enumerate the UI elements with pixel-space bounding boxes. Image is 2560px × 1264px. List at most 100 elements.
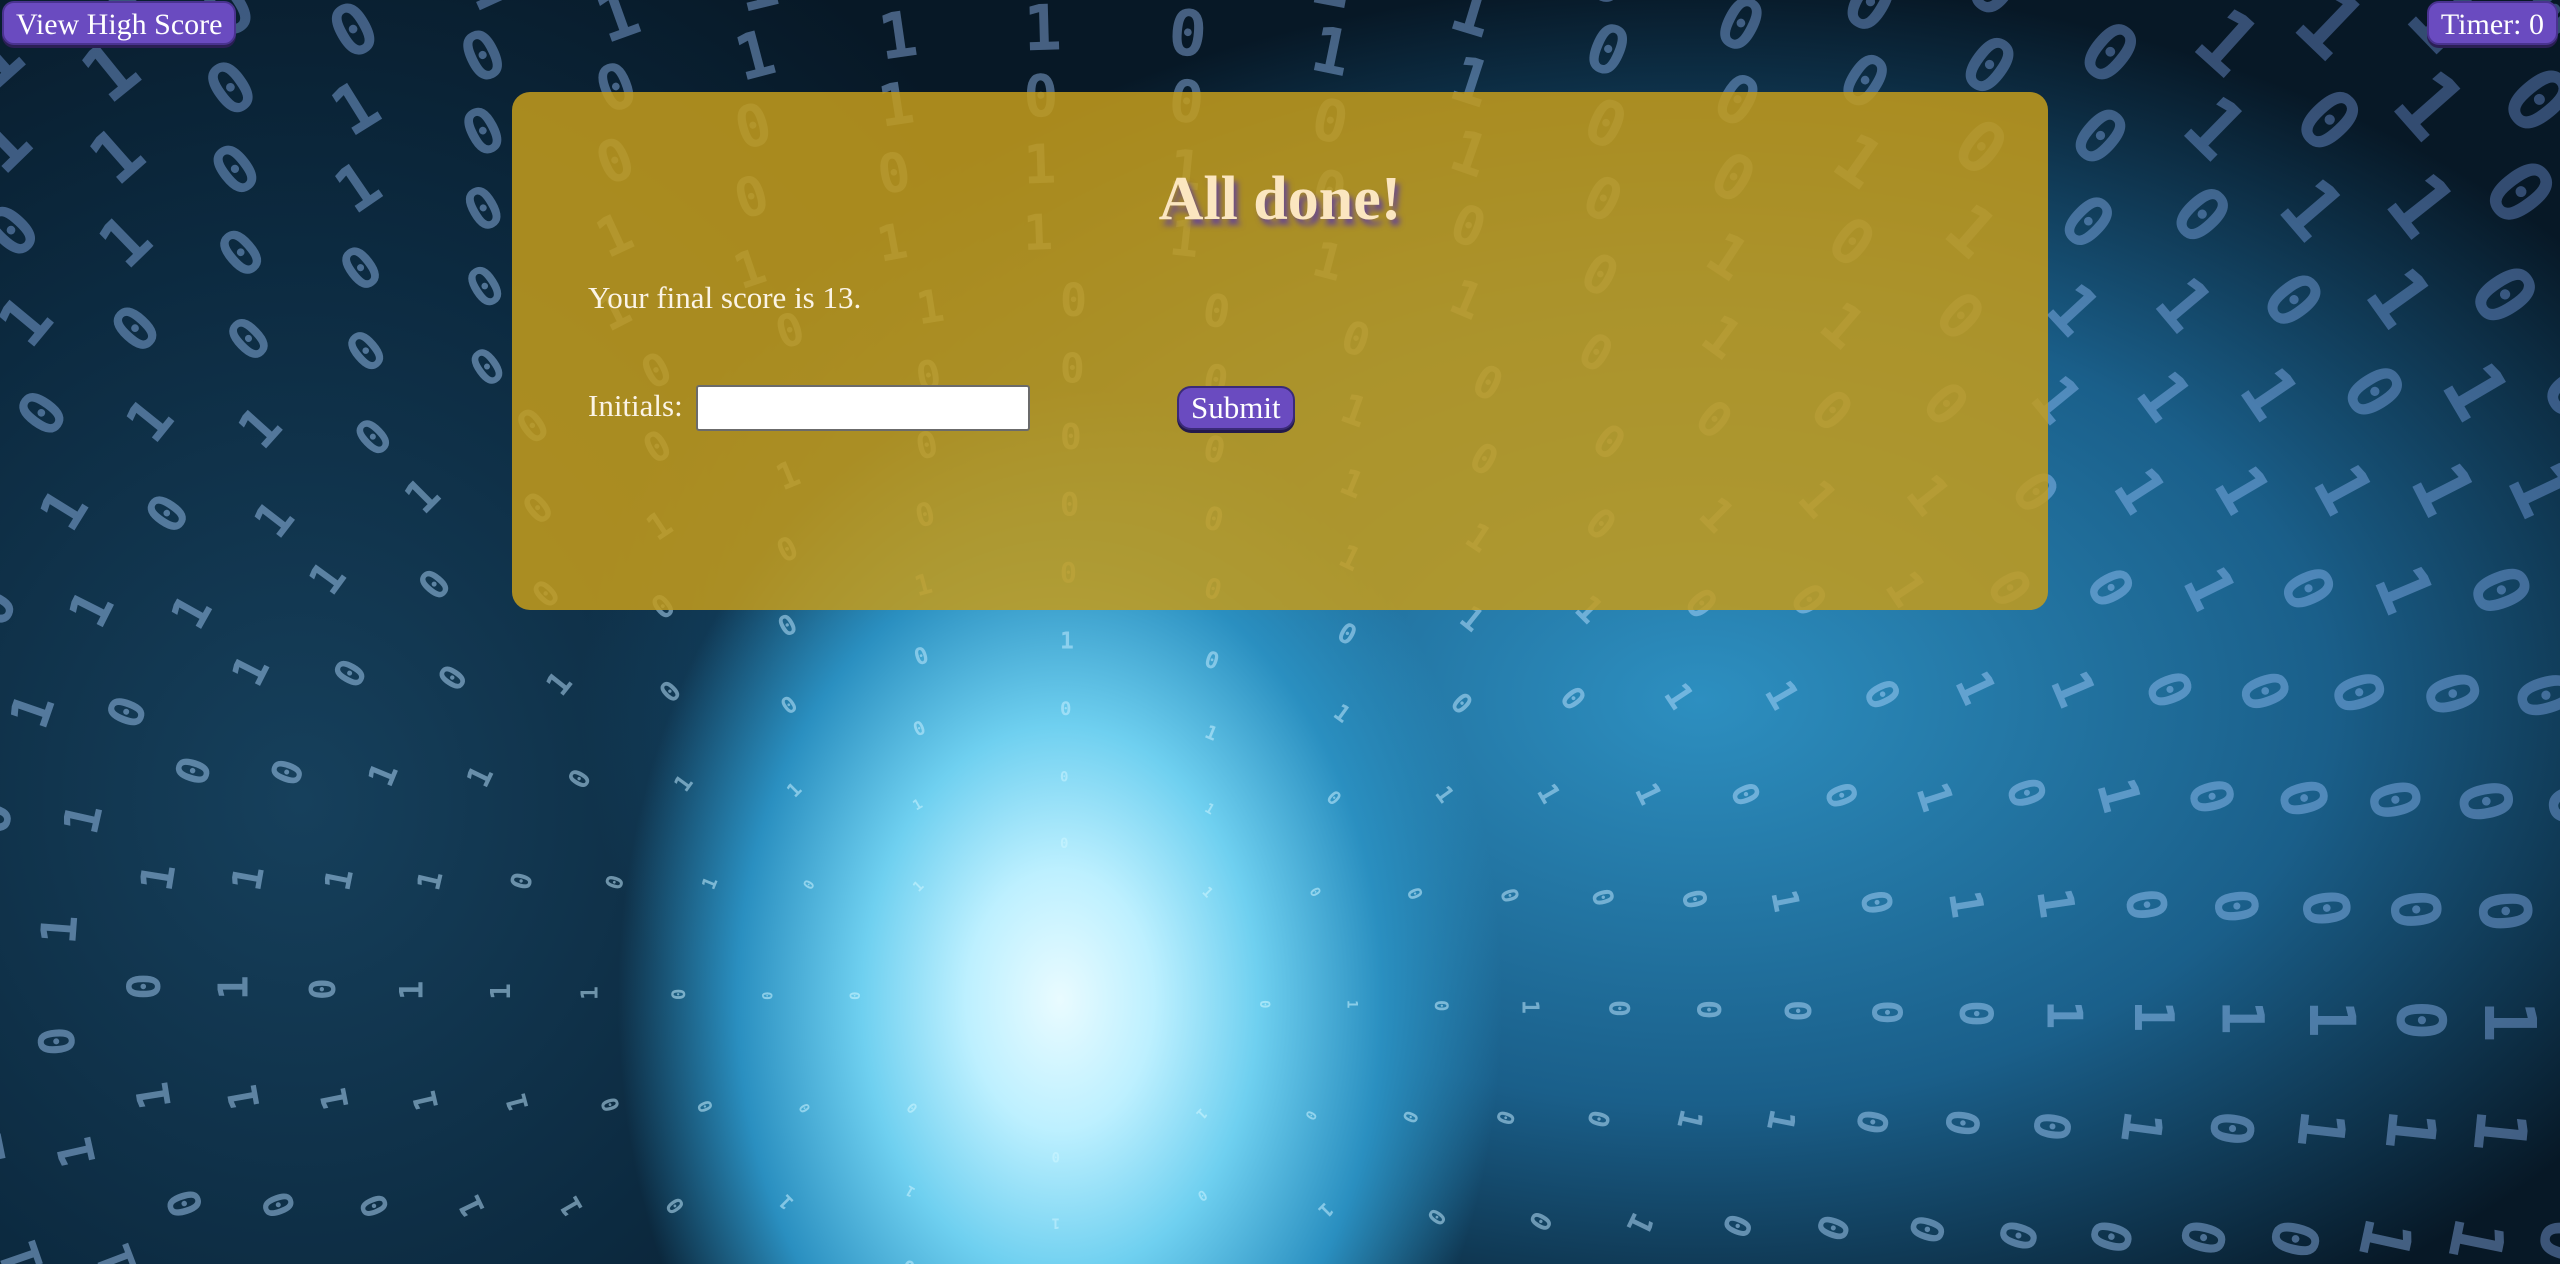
svg-text:1: 1 [1052,1215,1060,1231]
svg-text:0: 0 [801,877,819,892]
svg-text:1: 1 [2297,451,2390,528]
svg-text:0: 0 [2113,884,2180,925]
svg-text:0: 0 [450,91,518,173]
svg-text:1: 1 [322,147,395,229]
svg-text:1: 1 [0,95,48,191]
svg-text:1: 1 [1530,778,1567,809]
svg-text:0: 0 [2263,772,2343,825]
svg-text:0: 0 [597,1094,626,1115]
svg-text:1: 1 [450,1189,493,1223]
svg-text:1: 1 [538,664,580,703]
svg-text:1: 1 [393,981,431,1000]
svg-text:0: 0 [761,992,777,1000]
svg-text:1: 1 [727,15,782,95]
svg-text:1: 1 [1328,699,1354,728]
svg-text:0: 0 [1852,670,1912,718]
svg-text:0: 0 [2287,885,2364,931]
svg-text:0: 0 [1052,1148,1060,1164]
svg-text:0: 0 [1194,1186,1209,1204]
svg-text:0: 0 [1402,884,1427,903]
svg-text:0: 0 [899,1254,918,1264]
svg-text:1: 1 [459,759,502,793]
svg-text:0: 0 [2021,1108,2082,1146]
svg-text:1: 1 [2122,1000,2185,1033]
svg-text:0: 0 [2263,554,2351,623]
svg-text:1: 1 [447,0,520,28]
svg-text:1: 1 [1314,1198,1338,1222]
svg-text:1: 1 [56,580,127,637]
svg-text:0: 0 [1166,0,1210,72]
svg-text:1: 1 [2367,155,2475,256]
svg-text:0: 0 [1806,1208,1860,1248]
svg-text:0: 0 [459,336,516,400]
svg-text:0: 0 [1713,1207,1759,1243]
svg-text:0: 0 [796,1100,814,1115]
svg-text:1: 1 [218,1081,270,1114]
svg-text:0: 0 [1256,1000,1272,1008]
svg-text:0: 0 [315,0,394,77]
svg-text:1: 1 [394,467,451,524]
svg-text:0: 0 [2165,1212,2239,1262]
svg-text:1: 1 [874,0,922,75]
svg-text:1: 1 [1202,800,1217,818]
svg-text:1: 1 [2489,448,2560,531]
svg-text:0: 0 [2315,661,2402,724]
svg-text:1: 1 [222,862,274,895]
svg-text:0: 0 [1585,885,1621,910]
svg-text:0: 0 [2520,1211,2560,1264]
svg-text:0: 0 [911,642,932,671]
svg-text:1: 1 [2283,1107,2360,1153]
svg-text:1: 1 [318,64,394,152]
svg-text:1: 1 [698,874,723,893]
svg-text:1: 1 [1943,662,2007,713]
svg-text:0: 0 [455,252,516,323]
svg-text:0: 0 [2462,140,2560,245]
svg-text:0: 0 [2544,1106,2560,1160]
svg-text:0: 0 [1702,0,1778,71]
svg-text:0: 0 [2555,1000,2560,1046]
svg-text:1: 1 [1202,721,1221,746]
svg-text:0: 0 [2352,772,2437,828]
svg-text:0: 0 [2461,886,2548,937]
svg-text:0: 0 [1721,777,1767,813]
svg-text:0: 0 [1322,786,1346,810]
svg-text:0: 0 [1060,698,1071,720]
svg-text:0: 0 [452,171,516,247]
initials-input[interactable] [696,385,1030,431]
svg-text:1: 1 [2199,453,2287,527]
svg-text:1: 1 [2168,555,2250,621]
svg-text:1: 1 [1669,1106,1710,1133]
svg-text:1: 1 [484,983,517,1000]
svg-text:1: 1 [1429,782,1458,808]
svg-text:0: 0 [327,231,396,306]
view-high-score-button[interactable]: View High Score [2,1,237,45]
svg-text:1: 1 [361,757,407,793]
svg-text:1: 1 [125,1079,182,1114]
svg-text:1: 1 [226,394,295,460]
svg-text:1: 1 [783,778,807,802]
svg-text:0: 0 [2276,69,2382,173]
svg-text:0: 0 [910,717,929,742]
svg-text:0: 0 [1603,1000,1636,1017]
submit-button[interactable]: Submit [1177,386,1295,430]
svg-text:0: 0 [1444,686,1479,721]
svg-text:0: 0 [352,1187,398,1223]
results-panel: All done! Your final score is 13. Initia… [512,92,2048,610]
svg-text:1: 1 [2025,884,2086,922]
svg-text:0: 0 [2440,772,2530,830]
svg-text:0: 0 [1897,1208,1956,1250]
svg-text:0: 0 [2195,1107,2267,1150]
svg-text:1: 1 [2343,1212,2428,1264]
svg-text:1: 1 [0,685,67,736]
svg-text:0: 0 [156,1182,215,1224]
svg-text:1: 1 [2543,553,2560,630]
svg-text:1: 1 [1619,1207,1662,1241]
svg-text:1: 1 [2295,1000,2368,1038]
svg-text:0: 0 [693,1097,718,1116]
svg-text:0: 0 [343,407,404,469]
initials-label: Initials: [588,388,683,423]
svg-text:0: 0 [1301,1107,1319,1122]
svg-text:1: 1 [1305,12,1357,91]
svg-text:0: 0 [0,187,57,275]
svg-text:1: 1 [1199,884,1216,901]
